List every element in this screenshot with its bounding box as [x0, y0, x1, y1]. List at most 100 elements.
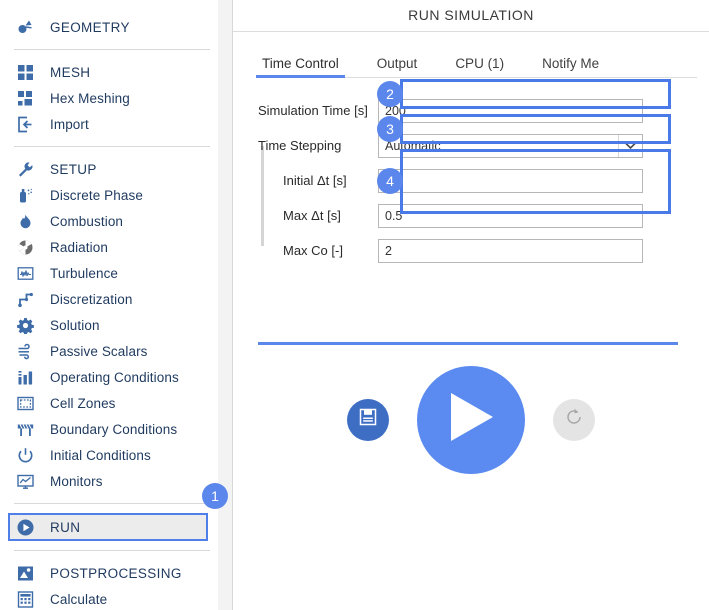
simulation-time-input[interactable] [378, 98, 643, 123]
max-co-input[interactable] [378, 238, 643, 263]
field-row-max-co: Max Co [-] [233, 233, 709, 268]
page-title: RUN SIMULATION [408, 7, 534, 23]
sidebar-item-label: Turbulence [50, 265, 119, 281]
field-row-time-stepping: Time Stepping [233, 128, 709, 163]
run-simulation-panel: RUN SIMULATION Time Control Output CPU (… [233, 0, 709, 610]
time-control-form: Simulation Time [s] Time Stepping [233, 78, 709, 268]
field-row-max-dt: Max Δt [s] [233, 198, 709, 233]
simulation-time-field-wrap [378, 98, 643, 123]
sidebar-item-radiation[interactable]: Radiation [0, 234, 218, 260]
cell-zones-icon [14, 392, 36, 414]
geometry-icon [14, 16, 36, 38]
action-bar [233, 362, 709, 477]
action-divider [258, 342, 678, 345]
simulation-time-label: Simulation Time [s] [258, 103, 368, 118]
sidebar-item-label: Radiation [50, 239, 108, 255]
sidebar-item-cell-zones[interactable]: Cell Zones [0, 390, 218, 416]
sidebar-item-setup[interactable]: SETUP [0, 156, 218, 182]
sidebar-divider [14, 503, 210, 504]
flame-icon [14, 210, 36, 232]
time-stepping-value[interactable] [378, 133, 643, 158]
spray-icon [14, 184, 36, 206]
sidebar: GEOMETRY MESH Hex Meshing Import SETUP D… [0, 0, 228, 610]
bar-chart-icon [14, 366, 36, 388]
run-simulation-window: GEOMETRY MESH Hex Meshing Import SETUP D… [0, 0, 709, 610]
field-row-initial-dt: Initial Δt [s] [233, 163, 709, 198]
tab-cpu[interactable]: CPU (1) [455, 56, 504, 78]
max-dt-field-wrap [378, 203, 643, 228]
wind-icon [14, 340, 36, 362]
play-icon [445, 390, 497, 449]
sidebar-item-label: Solution [50, 317, 100, 333]
sidebar-item-label: MESH [50, 64, 91, 80]
sidebar-item-discretization[interactable]: Discretization [0, 286, 218, 312]
sidebar-item-run[interactable]: RUN [8, 513, 208, 541]
sidebar-item-turbulence[interactable]: Turbulence [0, 260, 218, 286]
sidebar-item-label: SETUP [50, 161, 97, 177]
sidebar-item-operating-conditions[interactable]: Operating Conditions [0, 364, 218, 390]
tab-notify-me[interactable]: Notify Me [542, 56, 599, 78]
initial-dt-input[interactable] [378, 168, 643, 193]
sidebar-item-label: Import [50, 116, 89, 132]
sidebar-item-hex-meshing[interactable]: Hex Meshing [0, 85, 218, 111]
gear-icon [14, 314, 36, 336]
run-button[interactable] [417, 365, 525, 474]
sidebar-item-label: Combustion [50, 213, 124, 229]
sidebar-item-label: GEOMETRY [50, 19, 130, 35]
sidebar-item-combustion[interactable]: Combustion [0, 208, 218, 234]
sidebar-item-passive-scalars[interactable]: Passive Scalars [0, 338, 218, 364]
sidebar-divider [14, 146, 210, 147]
sidebar-item-label: Discrete Phase [50, 187, 143, 203]
max-dt-label: Max Δt [s] [283, 208, 341, 223]
sidebar-item-solution[interactable]: Solution [0, 312, 218, 338]
step-badge-1: 1 [202, 483, 228, 509]
step-badge-3: 3 [377, 116, 403, 142]
step-badge-4: 4 [377, 168, 403, 194]
sidebar-divider [14, 550, 210, 551]
radiation-icon [14, 236, 36, 258]
initial-dt-field-wrap [378, 168, 643, 193]
calculate-icon [14, 588, 36, 610]
sidebar-item-postprocessing[interactable]: POSTPROCESSING [0, 560, 218, 586]
sidebar-item-mesh[interactable]: MESH [0, 59, 218, 85]
sidebar-item-boundary-conditions[interactable]: Boundary Conditions [0, 416, 218, 442]
sidebar-item-label: POSTPROCESSING [50, 565, 182, 581]
sidebar-item-label: Boundary Conditions [50, 421, 178, 437]
sidebar-item-discrete-phase[interactable]: Discrete Phase [0, 182, 218, 208]
sidebar-item-label: Cell Zones [50, 395, 116, 411]
time-stepping-field-wrap [378, 133, 643, 158]
tab-time-control[interactable]: Time Control [256, 56, 345, 78]
initial-dt-label: Initial Δt [s] [283, 173, 347, 188]
turbulence-icon [14, 262, 36, 284]
field-row-simulation-time: Simulation Time [s] [233, 93, 709, 128]
chevron-down-icon[interactable] [618, 134, 642, 157]
monitor-icon [14, 470, 36, 492]
sidebar-item-label: Initial Conditions [50, 447, 151, 463]
sidebar-item-initial-conditions[interactable]: Initial Conditions [0, 442, 218, 468]
reset-button[interactable] [553, 398, 595, 441]
sidebar-item-label: Calculate [50, 591, 108, 607]
sidebar-item-label: Monitors [50, 473, 103, 489]
step-badge-2: 2 [377, 81, 403, 107]
time-stepping-label: Time Stepping [258, 138, 342, 153]
mesh-icon [14, 61, 36, 83]
sidebar-item-calculate[interactable]: Calculate [0, 586, 218, 610]
hex-meshing-icon [14, 87, 36, 109]
tab-output[interactable]: Output [377, 56, 418, 78]
sidebar-item-monitors[interactable]: Monitors [0, 468, 218, 494]
reset-icon [564, 407, 584, 432]
sidebar-item-label: RUN [50, 519, 81, 535]
time-stepping-select[interactable] [378, 133, 643, 158]
sidebar-item-geometry[interactable]: GEOMETRY [0, 14, 218, 40]
discretization-icon [14, 288, 36, 310]
sidebar-item-label: Discretization [50, 291, 133, 307]
sidebar-item-import[interactable]: Import [0, 111, 218, 137]
save-icon [359, 408, 377, 431]
max-co-field-wrap [378, 238, 643, 263]
max-dt-input[interactable] [378, 203, 643, 228]
sidebar-item-label: Hex Meshing [50, 90, 130, 106]
sidebar-divider [14, 49, 210, 50]
save-button[interactable] [347, 398, 389, 441]
sidebar-item-label: Passive Scalars [50, 343, 148, 359]
power-icon [14, 444, 36, 466]
